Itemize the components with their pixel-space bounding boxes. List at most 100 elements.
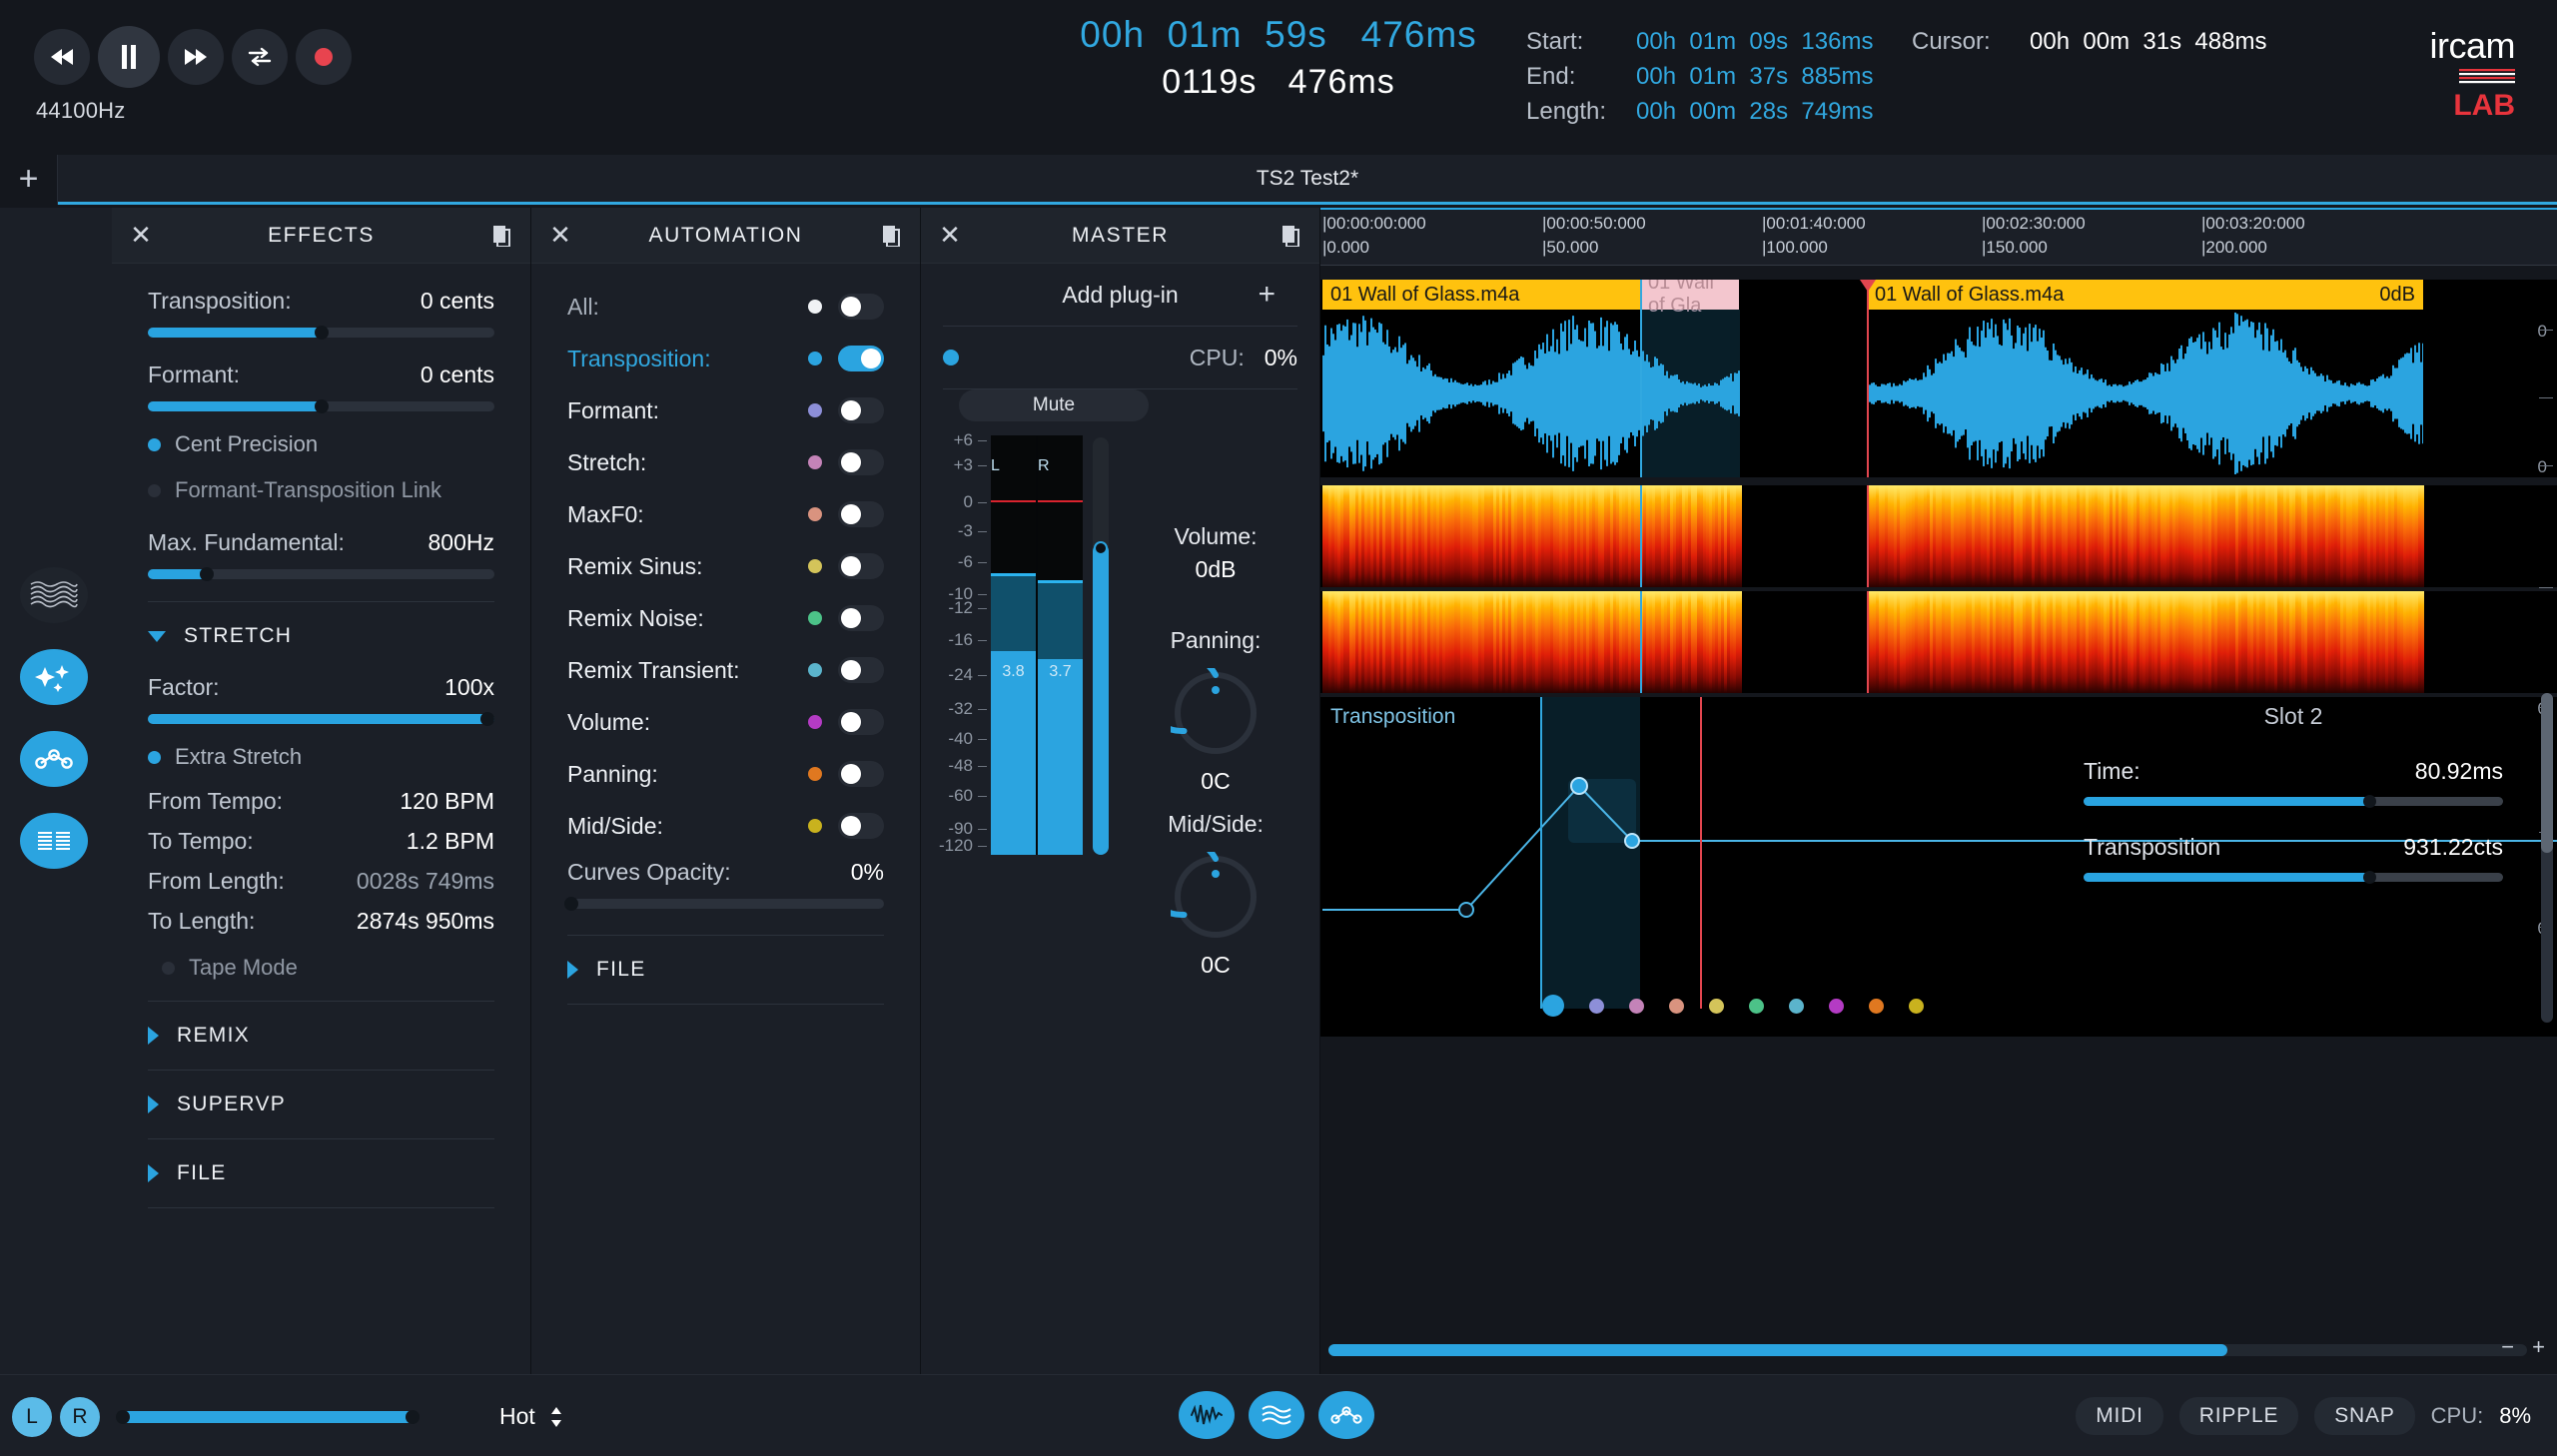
cursor-value[interactable]: 00h 00m 31s 488ms xyxy=(2030,28,2266,56)
stretch-section-header[interactable]: STRETCH xyxy=(148,624,494,648)
automation-toggle[interactable] xyxy=(838,761,884,787)
playhead[interactable] xyxy=(1640,280,1642,477)
horizontal-scrollbar[interactable] xyxy=(1328,1344,2527,1356)
left-channel-button[interactable]: L xyxy=(12,1397,52,1437)
cursor-line[interactable] xyxy=(1867,485,1869,587)
add-tab-button[interactable]: + xyxy=(0,155,58,205)
duplicate-panel-icon[interactable] xyxy=(862,225,920,247)
tape-mode-toggle[interactable]: Tape Mode xyxy=(162,955,494,981)
from-tempo-value[interactable]: 120 BPM xyxy=(400,788,494,815)
automation-toggle[interactable] xyxy=(838,553,884,579)
range-handle-right[interactable] xyxy=(406,1410,420,1424)
selection-region[interactable] xyxy=(1640,310,1740,477)
volume-value[interactable]: 0dB xyxy=(1131,556,1300,583)
max-fundamental-value[interactable]: 800Hz xyxy=(428,529,494,556)
add-plugin-button[interactable]: Add plug-in + xyxy=(943,264,1297,326)
slot-time-value[interactable]: 80.92ms xyxy=(2415,758,2503,785)
zoom-in-button[interactable]: + xyxy=(2532,1334,2545,1360)
automation-lane[interactable]: Transposition Slot 2 Time: 80.92ms Trans… xyxy=(1320,697,2557,1037)
mute-button[interactable]: Mute xyxy=(959,389,1149,421)
start-value[interactable]: 00h 01m 09s 136ms xyxy=(1636,28,1873,56)
close-icon[interactable]: ✕ xyxy=(921,220,979,251)
slot-transposition-slider[interactable] xyxy=(2084,871,2503,884)
range-slider[interactable] xyxy=(116,1410,420,1424)
fast-forward-button[interactable] xyxy=(168,29,224,85)
factor-slider[interactable] xyxy=(148,712,494,726)
automation-toggle[interactable] xyxy=(838,605,884,631)
clip-header-1[interactable]: 01 Wall of Glass.m4a xyxy=(1322,280,1640,310)
automation-toggle[interactable] xyxy=(838,346,884,371)
clip-header-2-ghost[interactable]: 01 Wall of Gla xyxy=(1640,280,1739,317)
marker-icon[interactable] xyxy=(1860,280,1876,292)
record-button[interactable] xyxy=(296,29,352,85)
automation-icon[interactable] xyxy=(1318,1391,1374,1439)
right-channel-button[interactable]: R xyxy=(60,1397,100,1437)
spectrogram-lane-2[interactable] xyxy=(1320,591,2557,693)
cursor-line[interactable] xyxy=(1867,591,1869,693)
midside-knob[interactable] xyxy=(1141,836,1261,942)
automation-toggle[interactable] xyxy=(838,294,884,320)
playhead[interactable] xyxy=(1640,485,1642,587)
automation-lane-dot-icon[interactable] xyxy=(1589,998,1604,1014)
panning-knob[interactable] xyxy=(1141,652,1261,758)
automation-lane-dot-icon[interactable] xyxy=(1629,998,1644,1014)
slot-transposition-value[interactable]: 931.22cts xyxy=(2403,834,2503,861)
cent-precision-toggle[interactable]: Cent Precision xyxy=(148,431,494,457)
formant-transposition-link-toggle[interactable]: Formant-Transposition Link xyxy=(148,477,494,503)
to-length-value[interactable]: 2874s 950ms xyxy=(357,908,494,935)
end-value[interactable]: 00h 01m 37s 885ms xyxy=(1636,63,1873,91)
automation-view-icon[interactable] xyxy=(20,731,88,787)
effects-view-icon[interactable] xyxy=(20,649,88,705)
automation-toggle[interactable] xyxy=(838,449,884,475)
timeline-ruler[interactable]: |00:00:00:000 |0.000 |00:00:50:000 |50.000 |… xyxy=(1320,208,2557,266)
transposition-slider[interactable] xyxy=(148,326,494,340)
automation-lane-dot-icon[interactable] xyxy=(1709,998,1724,1014)
automation-file-section-header[interactable]: FILE xyxy=(567,958,884,982)
close-icon[interactable]: ✕ xyxy=(531,220,589,251)
vertical-scrollbar[interactable] xyxy=(2541,693,2553,1023)
duplicate-panel-icon[interactable] xyxy=(472,225,530,247)
extra-stretch-toggle[interactable]: Extra Stretch xyxy=(148,744,494,770)
transposition-value[interactable]: 0 cents xyxy=(421,288,494,315)
supervp-section-header[interactable]: SUPERVP xyxy=(148,1092,494,1116)
spectrum-icon[interactable] xyxy=(1249,1391,1304,1439)
tab-document[interactable]: TS2 Test2* xyxy=(58,155,2557,205)
remix-section-header[interactable]: REMIX xyxy=(148,1024,494,1048)
midi-toggle[interactable]: MIDI xyxy=(2076,1397,2163,1435)
snap-toggle[interactable]: SNAP xyxy=(2314,1397,2415,1435)
playhead[interactable] xyxy=(1540,697,1542,1009)
automation-toggle[interactable] xyxy=(838,709,884,735)
rewind-button[interactable] xyxy=(34,29,90,85)
automation-toggle[interactable] xyxy=(838,813,884,839)
slot-time-slider[interactable] xyxy=(2084,795,2503,808)
range-handle-left[interactable] xyxy=(116,1410,130,1424)
automation-toggle[interactable] xyxy=(838,501,884,527)
automation-lane-dot-icon[interactable] xyxy=(1869,998,1884,1014)
automation-lane-dot-icon[interactable] xyxy=(1909,998,1924,1014)
file-section-header[interactable]: FILE xyxy=(148,1161,494,1185)
scrollbar-thumb[interactable] xyxy=(2541,693,2553,853)
master-volume-fader[interactable] xyxy=(1093,437,1109,855)
playhead[interactable] xyxy=(1640,591,1642,693)
automation-toggle[interactable] xyxy=(838,657,884,683)
length-value[interactable]: 00h 00m 28s 749ms xyxy=(1636,98,1873,126)
automation-lane-dot-icon[interactable] xyxy=(1669,998,1684,1014)
max-fundamental-slider[interactable] xyxy=(148,567,494,581)
cursor-line[interactable] xyxy=(1867,280,1869,477)
automation-lane-dot-icon[interactable] xyxy=(1829,998,1844,1014)
loop-button[interactable] xyxy=(232,29,288,85)
waveform-view-icon[interactable] xyxy=(20,567,88,623)
pause-button[interactable] xyxy=(98,26,160,88)
scrollbar-thumb[interactable] xyxy=(1328,1344,2227,1356)
panning-value[interactable]: 0C xyxy=(1131,768,1300,795)
clip-header-3[interactable]: 01 Wall of Glass.m4a 0dB xyxy=(1867,280,2423,310)
ripple-toggle[interactable]: RIPPLE xyxy=(2178,1397,2299,1435)
mixer-view-icon[interactable] xyxy=(20,813,88,869)
automation-lane-dots[interactable] xyxy=(1542,995,1924,1017)
waveform-icon[interactable] xyxy=(1179,1391,1235,1439)
cursor-line[interactable] xyxy=(1700,697,1702,1009)
factor-value[interactable]: 100x xyxy=(444,674,494,701)
preset-selector[interactable]: Hot xyxy=(499,1403,563,1430)
to-tempo-value[interactable]: 1.2 BPM xyxy=(407,828,494,855)
duplicate-panel-icon[interactable] xyxy=(1262,225,1319,247)
